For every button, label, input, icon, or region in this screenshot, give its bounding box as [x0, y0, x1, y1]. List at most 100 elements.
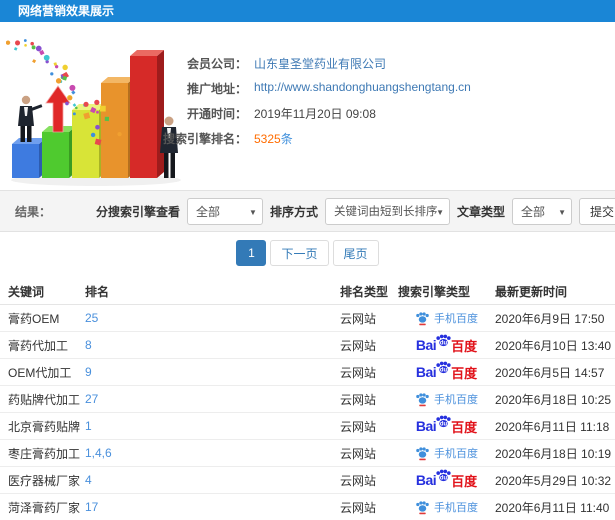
- baidu-logo: Bai du 百度: [415, 414, 477, 436]
- sort-select-value: 关键词由短到长排序: [333, 206, 438, 218]
- mobile-baidu-paw-icon: [415, 500, 430, 515]
- rank-count-value: 5325条: [254, 130, 293, 147]
- keyword-cell: 菏泽膏药厂家: [8, 500, 81, 515]
- mobile-baidu-logo: 手机百度: [415, 391, 478, 407]
- mobile-baidu-label: 手机百度: [434, 502, 478, 514]
- engine-type-cell: 手机百度: [398, 445, 495, 461]
- mobile-baidu-paw-icon: [415, 446, 430, 461]
- rank-link[interactable]: 27: [85, 392, 98, 406]
- rank-link[interactable]: 9: [85, 365, 92, 379]
- open-time-label: 开通时间：: [186, 107, 247, 121]
- engine-select-value: 全部: [195, 204, 220, 219]
- company-label: 会员公司：: [186, 57, 247, 71]
- baidu-logo-cn: 百度: [451, 365, 478, 381]
- pagination: 1 下一页 尾页: [0, 240, 615, 266]
- svg-text:du: du: [440, 422, 448, 428]
- engine-type-cell: 手机百度: [398, 499, 495, 515]
- table-row: 膏药代加工 8 云网站 Bai du 百度 2020年6月10日 13:40: [0, 332, 615, 359]
- article-type-select-value: 全部: [521, 204, 546, 219]
- rank-type-cell: 云网站: [340, 446, 377, 461]
- table-row: OEM代加工 9 云网站 Bai du 百度 2020年6月5日 14:57: [0, 359, 615, 386]
- rank-type-cell: 云网站: [340, 311, 377, 326]
- rank-type-cell: 云网站: [340, 419, 377, 434]
- mobile-baidu-label: 手机百度: [434, 313, 478, 325]
- engine-select[interactable]: 全部 ▼: [186, 197, 263, 225]
- update-time-cell: 2020年6月11日 11:18: [495, 419, 610, 434]
- last-page-button[interactable]: 尾页: [332, 240, 379, 266]
- rank-count-label: 搜索引擎排名：: [162, 132, 247, 146]
- table-row: 菏泽膏药厂家 17 云网站 手机百度 2020年6月11日 11:40: [0, 494, 615, 520]
- mobile-baidu-paw-icon: [415, 311, 430, 326]
- rank-link[interactable]: 4: [85, 473, 92, 487]
- svg-text:du: du: [440, 341, 448, 347]
- keyword-cell: 膏药代加工: [8, 338, 69, 353]
- table-row: 枣庄膏药加工 1,4,6 云网站 手机百度 2020年6月18日 10:19: [0, 440, 615, 467]
- keyword-cell: 北京膏药贴牌: [8, 419, 81, 434]
- company-link[interactable]: 山东皇圣堂药业有限公司: [254, 55, 386, 72]
- rank-type-cell: 云网站: [340, 338, 377, 353]
- baidu-paw-icon: du: [435, 360, 452, 380]
- article-type-select[interactable]: 全部 ▼: [512, 197, 572, 225]
- rank-cell: 17: [85, 500, 340, 514]
- info-row-rank-count: 搜索引擎排名： 5325条: [0, 130, 480, 146]
- chevron-down-icon: ▼: [436, 207, 444, 217]
- keyword-cell: 枣庄膏药加工: [8, 446, 81, 461]
- info-row-open-time: 开通时间： 2019年11月20日 09:08: [0, 105, 480, 121]
- page-title: 网络营销效果展示: [0, 0, 615, 22]
- page: 网络营销效果展示 会员公司： 山东皇圣堂药业有限公司 推广地址： http://…: [0, 0, 615, 520]
- info-row-company: 会员公司： 山东皇圣堂药业有限公司: [0, 55, 480, 71]
- baidu-paw-icon: du: [435, 468, 452, 488]
- baidu-logo-cn: 百度: [451, 338, 478, 354]
- mobile-baidu-paw-icon: [415, 392, 430, 407]
- rank-cell: 25: [85, 311, 340, 325]
- table-header-row: 关键词 排名 排名类型 搜索引擎类型 最新更新时间: [0, 278, 615, 305]
- sort-filter-label: 排序方式: [269, 204, 318, 219]
- keyword-cell: 医疗器械厂家: [8, 473, 81, 488]
- keyword-cell: 膏药OEM: [8, 311, 60, 326]
- rank-link[interactable]: 1: [85, 419, 92, 433]
- update-time-cell: 2020年5月29日 10:32: [495, 473, 612, 488]
- rank-link[interactable]: 8: [85, 338, 92, 352]
- engine-type-cell: 手机百度: [398, 310, 495, 326]
- mobile-baidu-logo: 手机百度: [415, 499, 478, 515]
- baidu-logo-bai: Bai: [415, 337, 437, 353]
- baidu-paw-icon: du: [435, 414, 452, 434]
- submit-button[interactable]: 提交: [579, 197, 615, 225]
- table-row: 膏药OEM 25 云网站 手机百度 2020年6月9日 17:50: [0, 305, 615, 332]
- promo-url-link[interactable]: http://www.shandonghuangshengtang.cn: [254, 80, 471, 94]
- baidu-logo: Bai du 百度: [415, 360, 478, 382]
- col-header-rank: 排名: [85, 284, 110, 299]
- rank-type-cell: 云网站: [340, 500, 377, 515]
- promo-url-label: 推广地址：: [186, 82, 247, 96]
- mobile-baidu-label: 手机百度: [434, 448, 478, 460]
- chevron-down-icon: ▼: [249, 207, 257, 217]
- engine-type-cell: Bai du 百度: [398, 333, 495, 355]
- rank-cell: 1: [85, 419, 340, 433]
- baidu-paw-icon: du: [435, 333, 452, 353]
- mobile-baidu-logo: 手机百度: [415, 310, 478, 326]
- baidu-logo-bai: Bai: [415, 364, 437, 380]
- update-time-cell: 2020年6月9日 17:50: [495, 311, 605, 326]
- chevron-down-icon: ▼: [558, 207, 566, 217]
- rank-link[interactable]: 25: [85, 311, 98, 325]
- col-header-update-time: 最新更新时间: [495, 284, 568, 299]
- info-section: 会员公司： 山东皇圣堂药业有限公司 推广地址： http://www.shand…: [0, 22, 615, 190]
- update-time-cell: 2020年6月18日 10:19: [495, 446, 612, 461]
- keyword-cell: OEM代加工: [8, 365, 72, 380]
- keyword-cell: 药贴牌代加工: [8, 392, 81, 407]
- page-1-button[interactable]: 1: [236, 240, 267, 266]
- rank-cell: 8: [85, 338, 340, 352]
- engine-type-cell: 手机百度: [398, 391, 495, 407]
- info-row-url: 推广地址： http://www.shandonghuangshengtang.…: [0, 80, 480, 96]
- rank-link[interactable]: 1,4,6: [85, 446, 112, 460]
- open-time-value: 2019年11月20日 09:08: [254, 107, 376, 121]
- rank-count-number: 5325: [254, 132, 281, 146]
- baidu-logo-bai: Bai: [415, 418, 437, 434]
- rank-link[interactable]: 17: [85, 500, 98, 514]
- next-page-button[interactable]: 下一页: [270, 240, 329, 266]
- update-time-cell: 2020年6月5日 14:57: [495, 365, 605, 380]
- table-row: 药贴牌代加工 27 云网站 手机百度 2020年6月18日 10:25: [0, 386, 615, 413]
- update-time-cell: 2020年6月11日 11:40: [495, 500, 610, 515]
- svg-text:du: du: [440, 476, 448, 482]
- sort-select[interactable]: 关键词由短到长排序 ▼: [324, 197, 450, 225]
